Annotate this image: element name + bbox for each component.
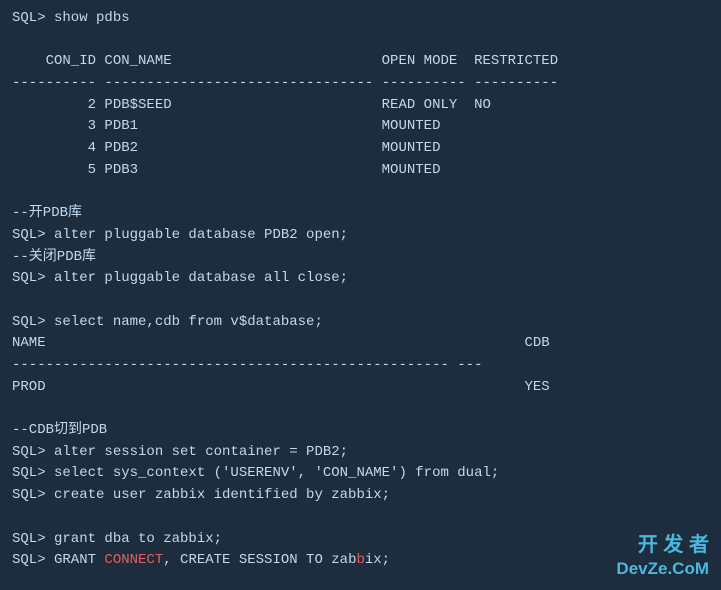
line-15: SQL> select name,cdb from v$database; xyxy=(12,312,709,334)
line-24 xyxy=(12,507,709,529)
line-25: SQL> grant dba to zabbix; xyxy=(12,529,709,551)
line-12: --关闭PDB库 xyxy=(12,247,709,269)
line-14 xyxy=(12,290,709,312)
cursor-highlight: b xyxy=(356,552,364,568)
watermark-line2: DevZe.CoM xyxy=(616,558,709,580)
line-2 xyxy=(12,30,709,52)
line-1: SQL> show pdbs xyxy=(12,8,709,30)
line-20: --CDB切到PDB xyxy=(12,420,709,442)
line-3: CON_ID CON_NAME OPEN MODE RESTRICTED xyxy=(12,51,709,73)
line-10: --开PDB库 xyxy=(12,203,709,225)
line-8: 5 PDB3 MOUNTED xyxy=(12,160,709,182)
line-16: NAME CDB xyxy=(12,333,709,355)
line-18: PROD YES xyxy=(12,377,709,399)
watermark-line1: 开 发 者 xyxy=(616,532,709,558)
line-21: SQL> alter session set container = PDB2; xyxy=(12,442,709,464)
line-17: ----------------------------------------… xyxy=(12,355,709,377)
line-26: SQL> GRANT CONNECT, CREATE SESSION TO za… xyxy=(12,550,709,572)
line-9 xyxy=(12,182,709,204)
line-5: 2 PDB$SEED READ ONLY NO xyxy=(12,95,709,117)
line-19 xyxy=(12,398,709,420)
line-13: SQL> alter pluggable database all close; xyxy=(12,268,709,290)
line-11: SQL> alter pluggable database PDB2 open; xyxy=(12,225,709,247)
terminal-window: SQL> show pdbs CON_ID CON_NAME OPEN MODE… xyxy=(0,0,721,590)
line-22: SQL> select sys_context ('USERENV', 'CON… xyxy=(12,463,709,485)
connect-keyword: CONNECT xyxy=(104,552,163,568)
line-7: 4 PDB2 MOUNTED xyxy=(12,138,709,160)
line-6: 3 PDB1 MOUNTED xyxy=(12,116,709,138)
watermark: 开 发 者 DevZe.CoM xyxy=(616,532,709,580)
line-23: SQL> create user zabbix identified by za… xyxy=(12,485,709,507)
line-4: ---------- -----------------------------… xyxy=(12,73,709,95)
